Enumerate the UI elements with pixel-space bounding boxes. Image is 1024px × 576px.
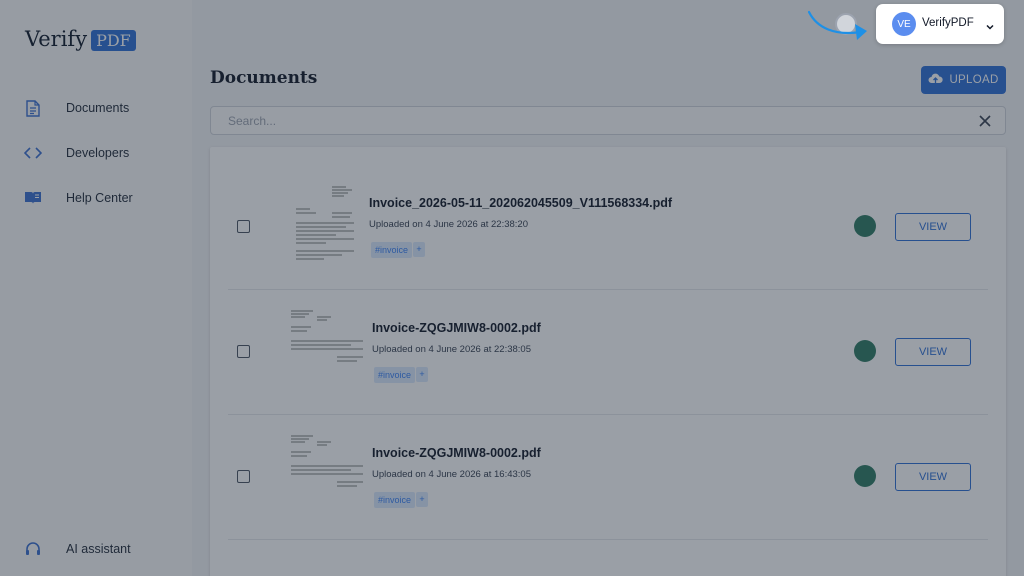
chevron-down-icon [985, 19, 995, 30]
modal-overlay[interactable] [0, 0, 1024, 576]
account-name: VerifyPDF [922, 17, 974, 29]
account-menu[interactable]: VE VerifyPDF [876, 4, 1004, 44]
pointer-arrow-icon [807, 10, 867, 40]
avatar: VE [892, 12, 916, 36]
